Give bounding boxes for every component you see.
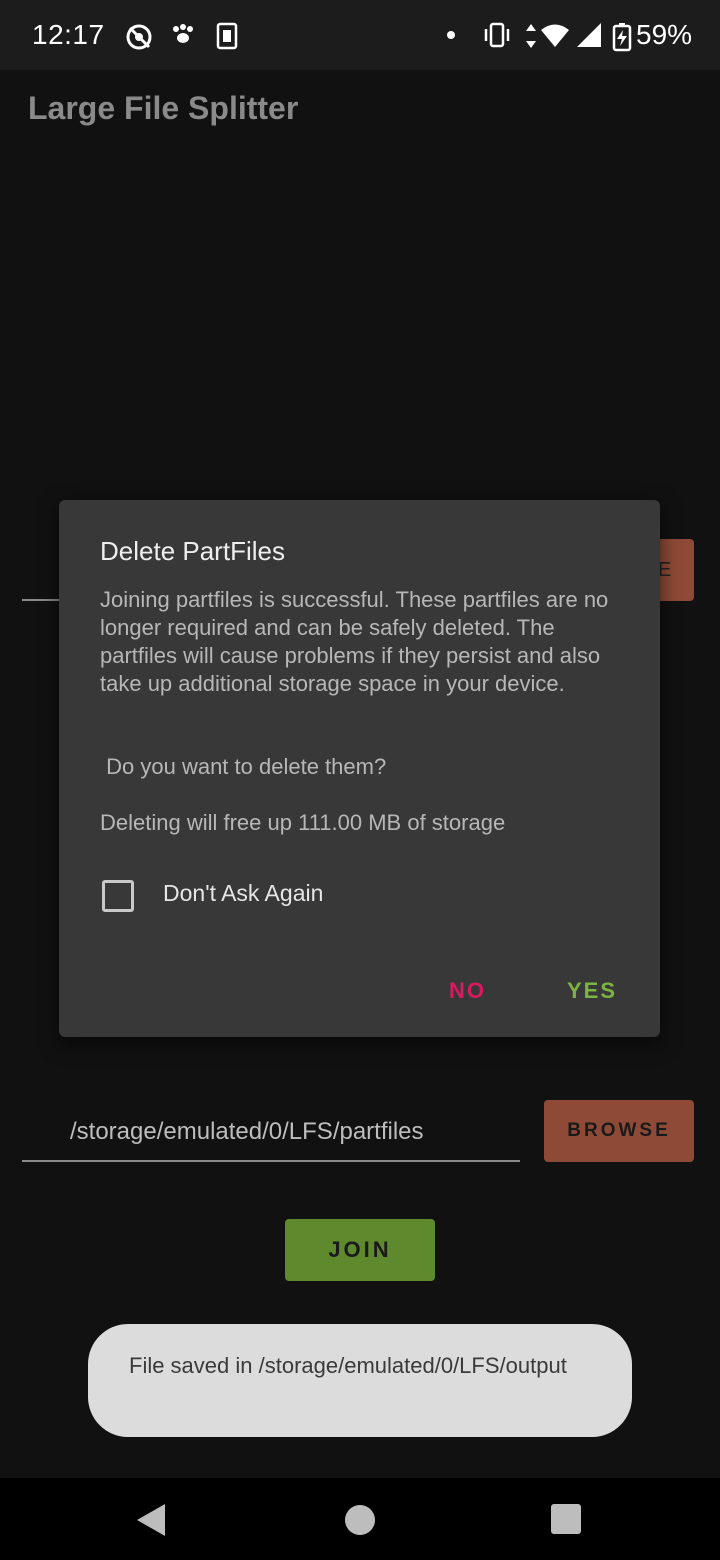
sync-off-icon	[126, 24, 152, 50]
wifi-icon	[541, 24, 569, 47]
screen: 12:17 59% Large File Splitter E /storage…	[0, 0, 720, 1560]
status-bar: 12:17 59%	[0, 0, 720, 70]
app-bar: Large File Splitter	[0, 70, 720, 150]
battery-charging-icon	[612, 23, 632, 52]
browse-button[interactable]: BROWSE	[544, 1100, 694, 1162]
data-arrows-icon	[526, 24, 536, 48]
source-browse-label: E	[658, 559, 675, 581]
join-button-label: JOIN	[328, 1237, 392, 1262]
source-path-field-underline[interactable]	[22, 599, 62, 601]
recents-icon[interactable]	[551, 1504, 581, 1534]
dialog-storage-note: Deleting will free up 111.00 MB of stora…	[100, 810, 506, 835]
back-icon[interactable]	[135, 1502, 167, 1538]
dialog-question: Do you want to delete them?	[100, 754, 386, 780]
dont-ask-again-label[interactable]: Don't Ask Again	[163, 880, 323, 907]
home-icon[interactable]	[345, 1505, 375, 1535]
toast-message: File saved in /storage/emulated/0/LFS/ou…	[88, 1324, 632, 1437]
dialog-title: Delete PartFiles	[100, 536, 285, 566]
delete-partfiles-dialog: Delete PartFiles Joining partfiles is su…	[59, 500, 660, 1037]
yes-button[interactable]: YES	[553, 974, 631, 1008]
partfiles-path-field[interactable]: /storage/emulated/0/LFS/partfiles	[22, 1100, 520, 1162]
browse-button-label: BROWSE	[567, 1120, 671, 1141]
sim-card-icon	[216, 22, 238, 50]
toast-text: File saved in /storage/emulated/0/LFS/ou…	[129, 1353, 567, 1378]
dialog-message: Joining partfiles is successful. These p…	[100, 587, 609, 696]
battery-percentage: 59%	[636, 19, 693, 50]
no-button[interactable]: NO	[435, 974, 500, 1008]
join-button[interactable]: JOIN	[285, 1219, 435, 1281]
partfiles-path-value: /storage/emulated/0/LFS/partfiles	[70, 1118, 424, 1145]
dont-ask-again-checkbox[interactable]	[102, 880, 134, 912]
dialog-question-text: Do you want to delete them?	[106, 754, 387, 779]
paw-icon	[173, 24, 193, 43]
app-title: Large File Splitter	[28, 90, 299, 126]
status-time: 12:17	[32, 19, 105, 50]
dot-icon	[447, 31, 455, 39]
signal-icon	[577, 23, 601, 47]
navigation-bar	[0, 1478, 720, 1560]
vibrate-icon	[484, 22, 510, 48]
